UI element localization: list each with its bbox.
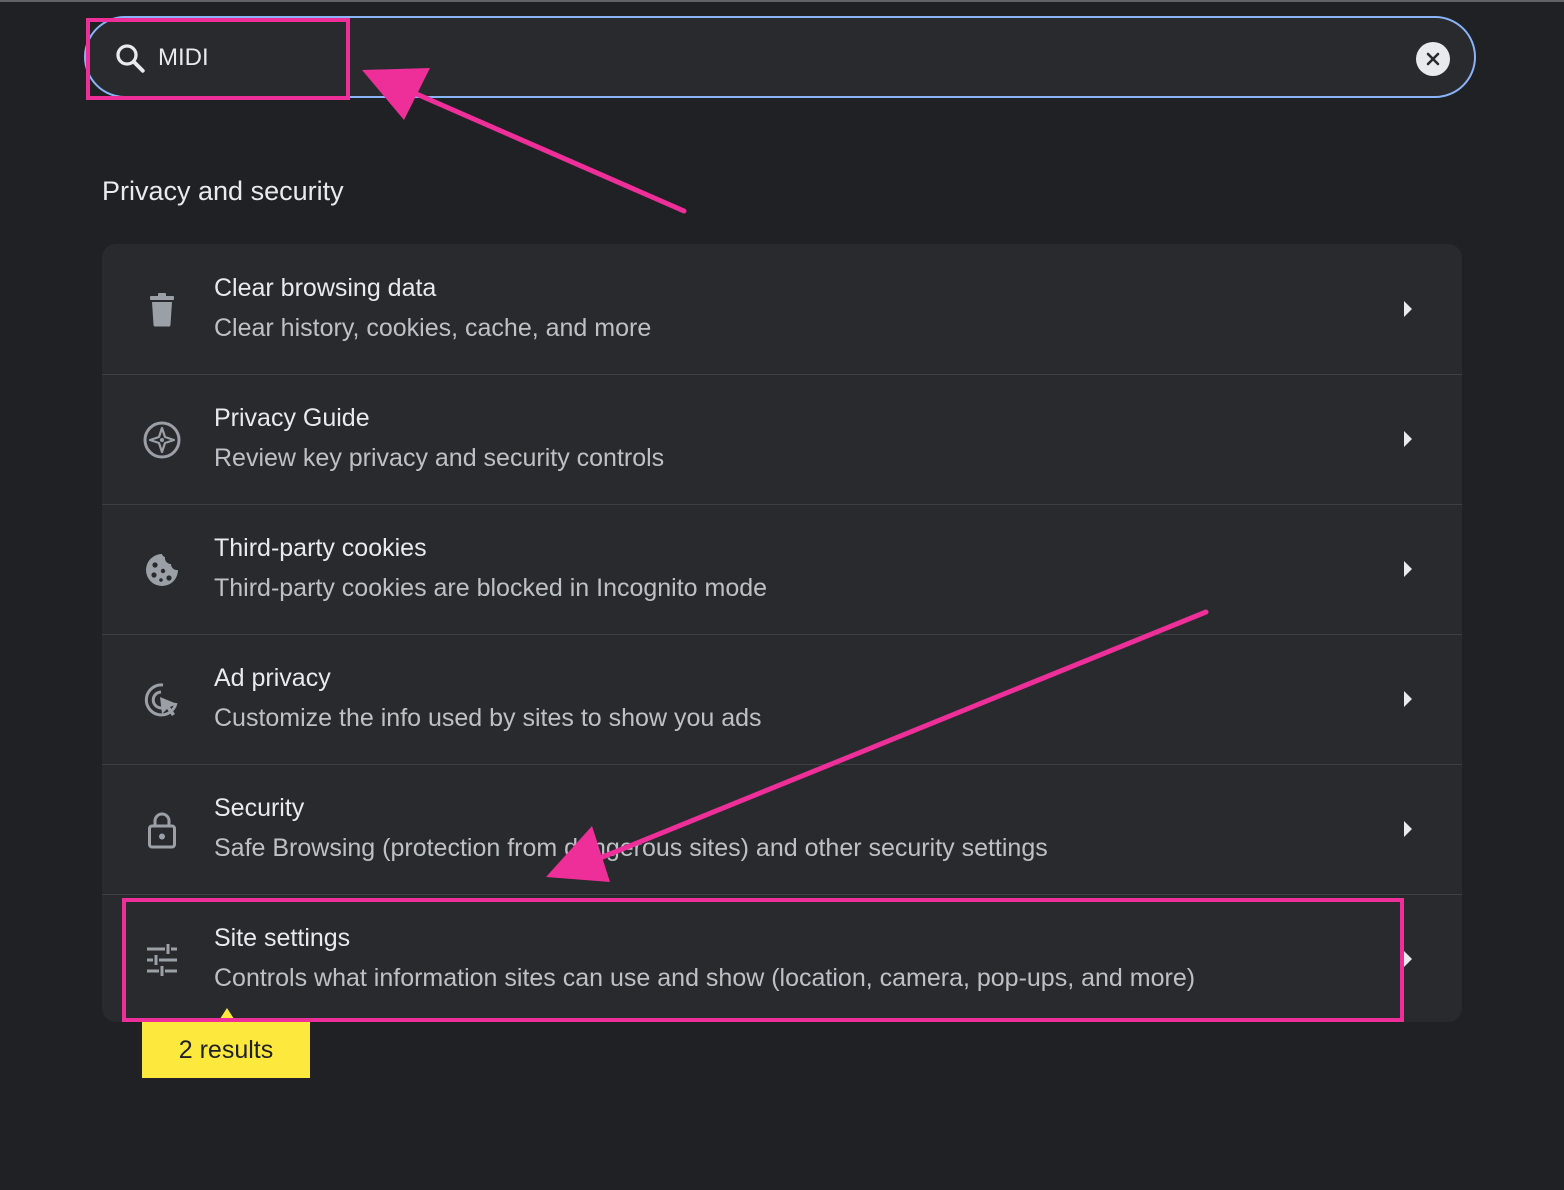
chevron-right-icon <box>1404 561 1412 577</box>
cookie-icon <box>140 548 184 592</box>
item-title: Clear browsing data <box>214 274 437 302</box>
chevron-right-icon <box>1404 431 1412 447</box>
privacy-security-card: Clear browsing data Clear history, cooki… <box>102 244 1462 1022</box>
close-icon <box>1426 52 1440 66</box>
item-title: Site settings <box>214 924 351 952</box>
item-subtitle: Controls what information sites can use … <box>214 964 1196 992</box>
chevron-right-icon <box>1404 951 1412 967</box>
item-subtitle: Safe Browsing (protection from dangerous… <box>214 834 1048 862</box>
ad-privacy-icon <box>140 678 184 722</box>
item-subtitle: Third-party cookies are blocked in Incog… <box>214 574 768 602</box>
divider <box>102 634 1462 635</box>
item-title: Ad privacy <box>214 664 331 692</box>
chevron-right-icon <box>1404 301 1412 317</box>
security-item[interactable]: Security Safe Browsing (protection from … <box>102 764 1462 894</box>
privacy-guide-item[interactable]: Privacy Guide Review key privacy and sec… <box>102 374 1462 504</box>
divider <box>102 764 1462 765</box>
ad-privacy-item[interactable]: Ad privacy Customize the info used by si… <box>102 634 1462 764</box>
results-badge: 2 results <box>142 1022 310 1078</box>
divider <box>102 894 1462 895</box>
item-subtitle: Review key privacy and security controls <box>214 444 665 472</box>
results-badge-pointer <box>218 1008 236 1022</box>
site-settings-item[interactable]: Site settings Controls what information … <box>102 894 1462 1022</box>
chevron-right-icon <box>1404 821 1412 837</box>
item-title: Third-party cookies <box>214 534 427 562</box>
search-icon <box>116 44 145 73</box>
compass-icon <box>140 418 184 462</box>
item-title: Security <box>214 794 305 822</box>
search-input[interactable] <box>158 40 1398 76</box>
lock-icon <box>140 808 184 852</box>
tune-icon <box>140 938 184 982</box>
divider <box>102 374 1462 375</box>
window-top-border <box>0 0 1564 2</box>
divider <box>102 504 1462 505</box>
clear-browsing-data-item[interactable]: Clear browsing data Clear history, cooki… <box>102 244 1462 374</box>
clear-search-button[interactable] <box>1416 42 1450 76</box>
third-party-cookies-item[interactable]: Third-party cookies Third-party cookies … <box>102 504 1462 634</box>
search-bar[interactable] <box>84 16 1476 98</box>
item-title: Privacy Guide <box>214 404 370 432</box>
chevron-right-icon <box>1404 691 1412 707</box>
section-title: Privacy and security <box>102 176 344 206</box>
item-subtitle: Clear history, cookies, cache, and more <box>214 314 652 342</box>
trash-icon <box>140 288 184 332</box>
item-subtitle: Customize the info used by sites to show… <box>214 704 762 732</box>
